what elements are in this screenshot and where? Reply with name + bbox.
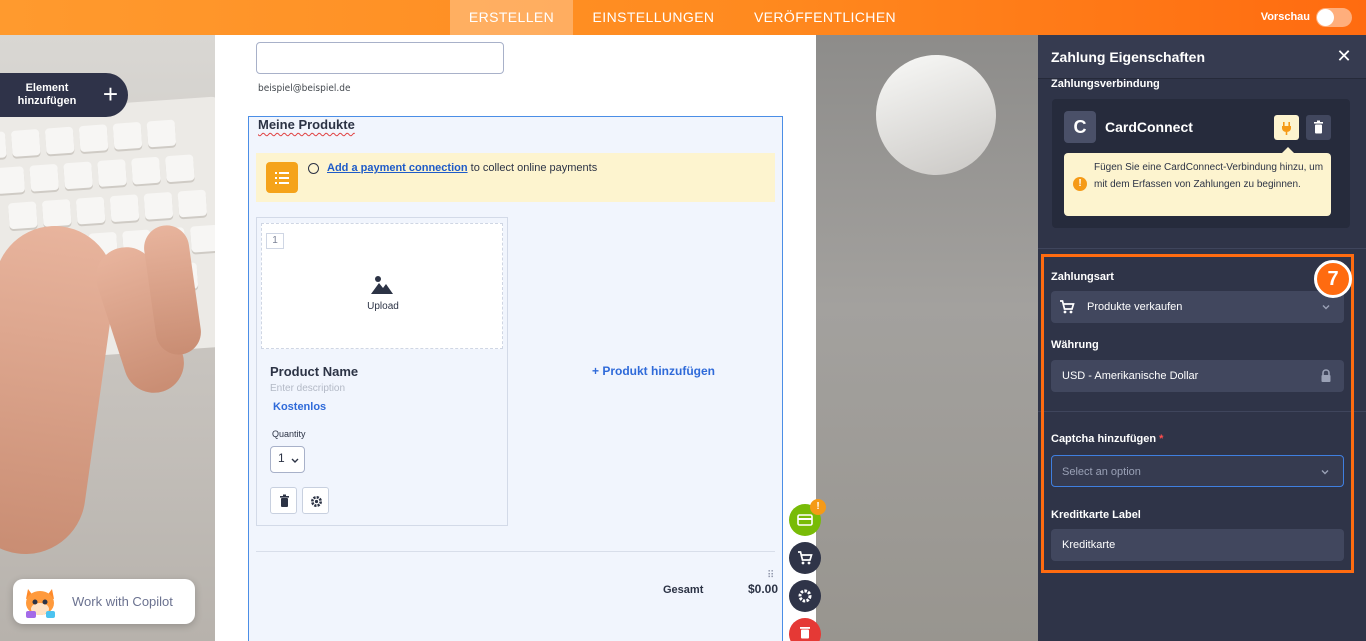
trash-icon xyxy=(800,627,810,639)
product-index: 1 xyxy=(266,233,284,249)
email-input[interactable] xyxy=(256,42,504,74)
connection-name: CardConnect xyxy=(1105,119,1193,135)
background-photo-left xyxy=(0,35,215,641)
payment-connection-card: C CardConnect ! Fügen Sie eine CardConne… xyxy=(1052,99,1350,228)
step-badge: 7 xyxy=(1314,260,1352,298)
image-upload-area[interactable]: 1 Upload xyxy=(261,223,503,349)
products-field[interactable]: Meine Produkte Add a payment connection … xyxy=(248,116,783,641)
captcha-select[interactable]: Select an option xyxy=(1051,455,1344,487)
total-label: Gesamt xyxy=(663,584,704,596)
card-label-label: Kreditkarte Label xyxy=(1051,509,1141,521)
products-title[interactable]: Meine Produkte xyxy=(258,117,355,132)
connection-label: Zahlungsverbindung xyxy=(1051,78,1160,90)
connection-tooltip: ! Fügen Sie eine CardConnect-Verbindung … xyxy=(1064,147,1331,216)
lock-icon xyxy=(1321,369,1331,382)
form-canvas: beispiel@beispiel.de Meine Produkte Add … xyxy=(215,35,816,641)
card-label-input[interactable]: Kreditkarte xyxy=(1051,529,1344,561)
add-element-button[interactable]: Element hinzufügen + xyxy=(0,73,128,117)
panel-header: Zahlung Eigenschaften ✕ xyxy=(1038,35,1366,79)
card-label-value: Kreditkarte xyxy=(1062,539,1116,551)
product-price[interactable]: Kostenlos xyxy=(273,401,326,413)
gear-icon xyxy=(798,589,812,603)
connect-button[interactable] xyxy=(1274,115,1299,140)
tab-erstellen[interactable]: ERSTELLEN xyxy=(450,0,573,35)
plug-icon xyxy=(1282,122,1291,135)
notice-text: Add a payment connection to collect onli… xyxy=(327,162,597,174)
radio-button[interactable] xyxy=(308,163,319,174)
preview-toggle[interactable] xyxy=(1316,8,1352,27)
list-icon xyxy=(266,162,298,193)
product-description[interactable]: Enter description xyxy=(270,383,345,394)
captcha-placeholder: Select an option xyxy=(1062,466,1141,478)
cart-button[interactable] xyxy=(789,542,821,574)
connection-tip-text: Fügen Sie eine CardConnect-Verbindung hi… xyxy=(1094,162,1324,190)
quantity-select[interactable]: 1 xyxy=(270,446,305,473)
add-payment-connection-link[interactable]: Add a payment connection xyxy=(327,162,468,174)
delete-field-button[interactable] xyxy=(789,618,821,641)
field-settings-button[interactable] xyxy=(789,580,821,612)
total-value: $0.00 xyxy=(748,582,779,596)
cart-icon xyxy=(798,551,813,565)
currency-value: USD - Amerikanische Dollar xyxy=(1062,370,1199,382)
captcha-label-text: Captcha hinzufügen xyxy=(1051,433,1157,445)
warning-icon: ! xyxy=(1073,177,1087,191)
tab-einstellungen[interactable]: EINSTELLUNGEN xyxy=(573,0,734,35)
add-element-label: Element hinzufügen xyxy=(17,82,77,107)
divider xyxy=(256,551,775,552)
quantity-value: 1 xyxy=(278,451,285,465)
copilot-button[interactable]: Work with Copilot xyxy=(13,579,195,624)
payment-type-value: Produkte verkaufen xyxy=(1087,301,1183,313)
required-marker: * xyxy=(1159,433,1164,445)
add-product-button[interactable]: + Produkt hinzufügen xyxy=(592,364,715,378)
upload-label: Upload xyxy=(367,301,399,312)
panel-title: Zahlung Eigenschaften xyxy=(1051,49,1206,65)
image-icon xyxy=(371,276,393,294)
cardconnect-logo: C xyxy=(1064,111,1096,143)
delete-connection-button[interactable] xyxy=(1306,115,1331,140)
payment-type-select[interactable]: Produkte verkaufen xyxy=(1051,291,1344,323)
top-bar: ERSTELLEN EINSTELLUNGEN VERÖFFENTLICHEN … xyxy=(0,0,1366,35)
currency-label: Währung xyxy=(1051,339,1099,351)
notice-suffix: to collect online payments xyxy=(467,162,598,174)
chevron-down-icon xyxy=(1322,305,1330,310)
plus-icon: + xyxy=(102,79,118,109)
delete-product-button[interactable] xyxy=(270,487,297,514)
trash-icon xyxy=(1314,120,1323,134)
product-card[interactable]: 1 Upload Product Name Enter description … xyxy=(256,217,508,526)
email-sublabel: beispiel@beispiel.de xyxy=(258,83,351,94)
currency-field: USD - Amerikanische Dollar xyxy=(1051,360,1344,392)
product-settings-button[interactable] xyxy=(302,487,329,514)
gear-icon xyxy=(311,496,322,507)
chevron-down-icon xyxy=(291,458,299,463)
drag-handle-icon[interactable]: ⠿ xyxy=(767,571,774,581)
quantity-label: Quantity xyxy=(272,429,306,439)
trash-icon xyxy=(280,494,289,507)
background-photo-right xyxy=(816,35,1038,641)
chevron-down-icon xyxy=(1321,470,1329,475)
payment-type-label: Zahlungsart xyxy=(1051,271,1114,283)
toggle-knob xyxy=(1317,9,1334,26)
payment-notice: Add a payment connection to collect onli… xyxy=(256,153,775,202)
warning-badge: ! xyxy=(810,499,826,515)
copilot-label: Work with Copilot xyxy=(72,594,173,609)
tab-veroeffentlichen[interactable]: VERÖFFENTLICHEN xyxy=(734,0,916,35)
copilot-avatar-icon xyxy=(26,589,55,618)
mouse-image xyxy=(859,38,1013,192)
divider xyxy=(1038,248,1366,249)
captcha-label: Captcha hinzufügen * xyxy=(1051,433,1163,445)
preview-label: Vorschau xyxy=(1260,11,1310,23)
close-icon[interactable]: ✕ xyxy=(1332,44,1356,68)
cart-icon xyxy=(1060,300,1075,314)
product-name[interactable]: Product Name xyxy=(270,364,358,379)
